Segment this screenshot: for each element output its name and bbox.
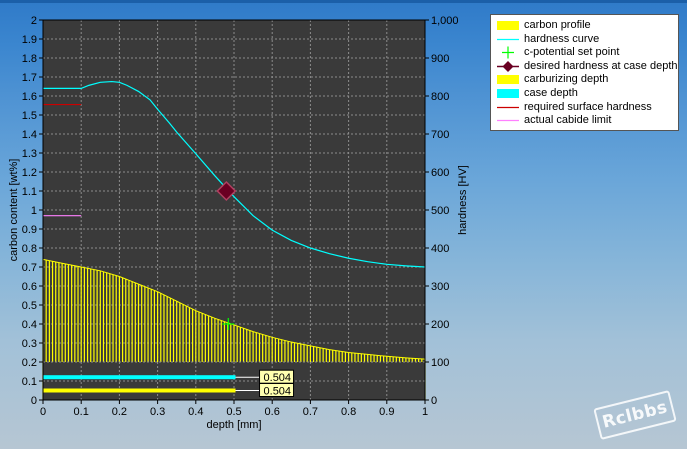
legend-symbol [497,75,519,85]
y-left-tick-label: 0.2 [22,357,37,369]
y-left-tick-label: 0.8 [22,243,37,255]
y-left-tick-label: 1.5 [22,110,37,122]
legend-symbol [497,106,519,108]
x-tick-label: 1 [422,406,428,418]
legend-label: case depth [524,87,578,99]
legend-item: case depth [491,87,678,100]
y-left-tick-label: 1.8 [22,53,37,65]
y-right-tick-label: 900 [431,53,449,65]
legend-symbol [497,120,519,122]
legend-item: c-potential set point [491,46,678,59]
legend-symbol-mark [497,75,519,85]
legend-label: carburizing depth [524,73,609,86]
y-left-tick-label: 1.9 [22,34,37,46]
y-left-tick-label: 1.1 [22,186,37,198]
y-left-tick-label: 0.9 [22,224,37,236]
y-right-axis-title: hardness [HV] [457,165,469,235]
y-right-tick-label: 300 [431,281,449,293]
y-right-tick-label: 200 [431,319,449,331]
legend-symbol [502,46,514,59]
x-tick-label: 0.3 [150,406,165,418]
case-depth-bar [43,375,236,380]
legend-symbol-mark [497,89,519,98]
y-right-tick-label: 400 [431,243,449,255]
legend-label: carbon profile [524,19,591,31]
case-label-value: 0.504 [264,372,292,384]
y-right-tick-label: 700 [431,129,449,141]
y-left-tick-label: 1.2 [22,167,37,179]
legend-item: hardness curve [491,33,678,46]
y-left-axis-title: carbon content [wt%] [8,159,20,262]
x-tick-label: 0.2 [112,406,127,418]
x-tick-label: 0 [40,406,46,418]
y-right-tick-label: 500 [431,205,449,217]
legend-label: c-potential set point [524,46,620,59]
chart-window: 0.504 0.504 0 0.1 0.2 0.3 0.4 0.5 0.6 0.7 0.8 0.9 1 0… [0,0,687,449]
x-tick-label: 0.7 [303,406,318,418]
y-left-tick-label: 0.4 [22,319,37,331]
x-tick-label: 0.4 [188,406,203,418]
carburizing-depth-bar [43,388,236,393]
legend-item: desired hardness at case depth [491,60,678,73]
legend-label: hardness curve [524,32,600,45]
x-tick-label: 0.6 [265,406,280,418]
legend-symbol-mark [497,60,519,72]
x-tick-label: 0.5 [226,406,241,418]
legend-label: required surface hardness [524,100,652,113]
y-left-tick-label: 1.7 [22,72,37,84]
legend-symbol-mark [502,46,514,59]
y-left-tick-label: 1.3 [22,148,37,160]
legend-label: desired hardness at case depth [524,59,678,72]
y-right-tick-label: 0 [431,395,437,407]
legend-label: actual cabide limit [524,114,612,127]
x-tick-label: 0.1 [74,406,89,418]
case-label-value: 0.504 [264,386,292,398]
legend-item: actual cabide limit [491,114,678,127]
y-right-tick-label: 800 [431,91,449,103]
legend-symbol-mark [497,21,519,30]
legend-item: required surface hardness [491,101,678,114]
legend-item: carburizing depth [491,73,678,86]
y-left-tick-label: 1 [31,205,37,217]
y-left-tick-label: 1.4 [22,129,37,141]
legend-symbol [497,60,519,72]
x-tick-label: 0.8 [341,406,356,418]
legend-symbol [497,38,519,40]
y-left-tick-label: 0.1 [22,376,37,388]
y-left-tick-label: 0.6 [22,281,37,293]
y-left-tick-label: 0.7 [22,262,37,274]
legend-symbol [497,89,519,98]
legend-symbol [497,21,519,30]
y-left-tick-label: 1.6 [22,91,37,103]
y-left-tick-label: 0.3 [22,338,37,350]
x-axis-title: depth [mm] [206,419,261,431]
y-right-tick-label: 100 [431,357,449,369]
y-right-tick-label: 600 [431,167,449,179]
y-left-tick-label: 2 [31,15,37,27]
x-tick-label: 0.9 [379,406,394,418]
y-left-tick-label: 0.5 [22,300,37,312]
y-right-tick-label: 1,000 [431,15,459,27]
legend: carbon profile hardness curve c-potential … [490,14,679,131]
y-left-tick-label: 0 [31,395,37,407]
legend-item: carbon profile [491,19,678,32]
